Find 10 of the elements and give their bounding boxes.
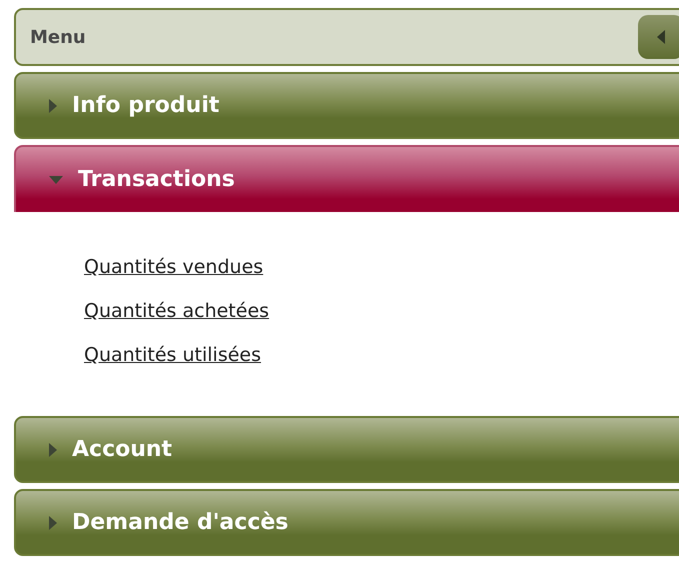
menu-title: Menu bbox=[30, 26, 86, 48]
menu-link[interactable]: Quantités vendues bbox=[84, 256, 679, 278]
menu-link[interactable]: Quantités utilisées bbox=[84, 344, 679, 366]
caret-left-icon bbox=[656, 29, 666, 45]
accordion-header[interactable]: Info produit bbox=[14, 72, 679, 139]
accordion-header[interactable]: Transactions bbox=[14, 145, 679, 212]
collapse-button[interactable] bbox=[638, 15, 679, 59]
accordion-header[interactable]: Account bbox=[14, 416, 679, 483]
accordion-header[interactable]: Demande d'accès bbox=[14, 489, 679, 556]
menu-link[interactable]: Quantités achetées bbox=[84, 300, 679, 322]
